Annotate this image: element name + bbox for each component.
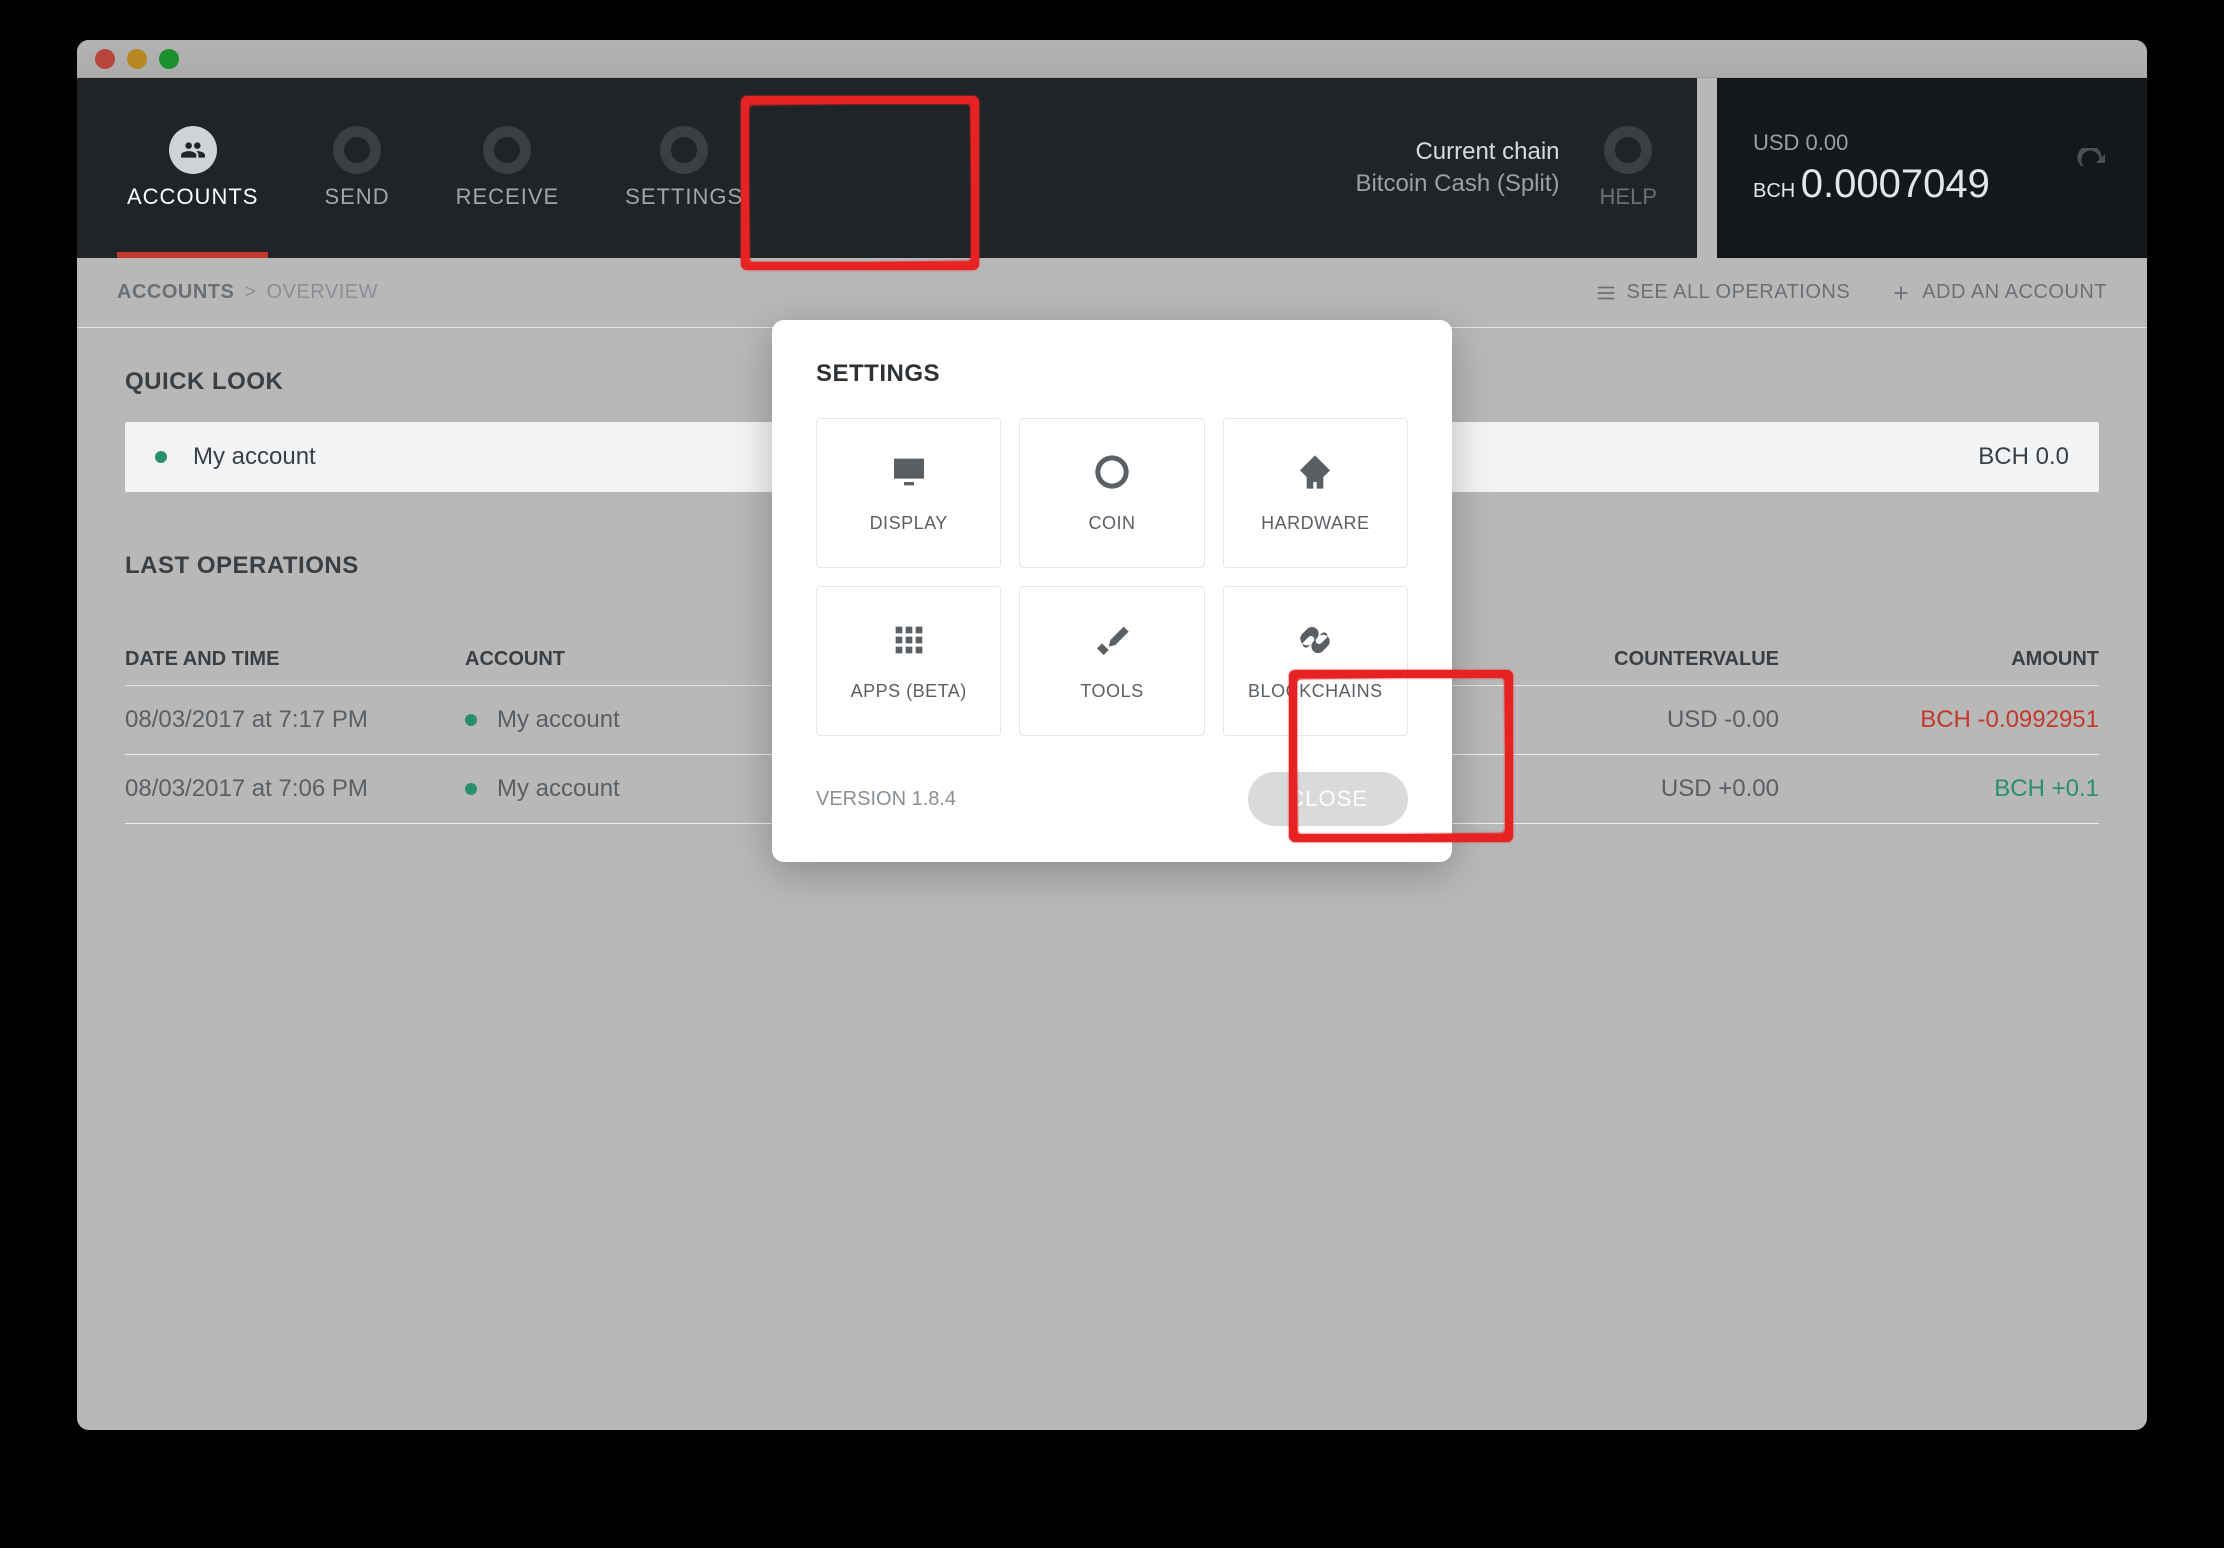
op-amount: BCH -0.0992951 [1839, 706, 2099, 734]
status-dot [465, 714, 477, 726]
tile-label: DISPLAY [870, 513, 948, 534]
settings-tile-blockchains[interactable]: BLOCKCHAINS [1223, 586, 1408, 736]
settings-tile-apps-beta-[interactable]: APPS (BETA) [816, 586, 1001, 736]
settings-tile-hardware[interactable]: HARDWARE [1223, 418, 1408, 568]
settings-tile-coin[interactable]: COIN [1019, 418, 1204, 568]
see-all-operations[interactable]: SEE ALL OPERATIONS [1595, 281, 1851, 304]
hardware-icon [1295, 452, 1335, 497]
col-amount: AMOUNT [1839, 648, 2099, 671]
display-icon [889, 452, 929, 497]
zoom-window-button[interactable] [159, 49, 179, 69]
col-date: DATE AND TIME [125, 648, 465, 671]
app-window: ACCOUNTS SEND RECEIVE SETTINGS Current c… [77, 40, 2147, 1430]
blockchains-icon [1295, 620, 1335, 665]
breadcrumb-root[interactable]: ACCOUNTS [117, 281, 234, 304]
chain-value: Bitcoin Cash (Split) [1355, 170, 1559, 198]
tile-label: APPS (BETA) [851, 681, 967, 702]
nav-label: ACCOUNTS [127, 184, 258, 210]
balance-usd: USD 0.00 [1753, 130, 2045, 156]
receive-icon [483, 126, 531, 174]
tile-label: TOOLS [1080, 681, 1143, 702]
add-account[interactable]: ADD AN ACCOUNT [1890, 281, 2107, 304]
status-dot [155, 451, 167, 463]
top-navigation: ACCOUNTS SEND RECEIVE SETTINGS Current c… [77, 78, 1697, 258]
settings-tile-tools[interactable]: TOOLS [1019, 586, 1204, 736]
current-chain: Current chain Bitcoin Cash (Split) [1355, 138, 1599, 198]
window-titlebar [77, 40, 2147, 78]
op-amount: BCH +0.1 [1839, 775, 2099, 803]
settings-modal: SETTINGS DISPLAY COIN HARDWARE APPS (BETA) T… [772, 320, 1452, 862]
tile-label: HARDWARE [1261, 513, 1369, 534]
op-date: 08/03/2017 at 7:17 PM [125, 706, 465, 734]
nav-label: HELP [1600, 184, 1657, 210]
nav-settings[interactable]: SETTINGS [615, 78, 753, 258]
nav-receive[interactable]: RECEIVE [446, 78, 570, 258]
tile-label: COIN [1088, 513, 1135, 534]
balance-crypto: BCH 0.0007049 [1753, 162, 2045, 207]
help-icon: ? [1604, 126, 1652, 174]
settings-tile-display[interactable]: DISPLAY [816, 418, 1001, 568]
refresh-button[interactable] [2075, 148, 2111, 189]
nav-label: SEND [324, 184, 389, 210]
tile-label: BLOCKCHAINS [1248, 681, 1383, 702]
window-controls [95, 49, 179, 69]
close-window-button[interactable] [95, 49, 115, 69]
op-date: 08/03/2017 at 7:06 PM [125, 775, 465, 803]
status-dot [465, 783, 477, 795]
chain-label: Current chain [1355, 138, 1559, 166]
apps-beta--icon [889, 620, 929, 665]
account-name: My account [193, 443, 316, 471]
minimize-window-button[interactable] [127, 49, 147, 69]
coin-icon [1092, 452, 1132, 497]
nav-accounts[interactable]: ACCOUNTS [117, 78, 268, 258]
svg-text:?: ? [1623, 139, 1634, 159]
balance-panel: USD 0.00 BCH 0.0007049 [1717, 78, 2147, 258]
breadcrumb-page: OVERVIEW [267, 281, 378, 304]
account-balance: BCH 0.0 [1978, 443, 2069, 471]
close-button[interactable]: CLOSE [1248, 772, 1408, 826]
breadcrumb-bar: ACCOUNTS > OVERVIEW SEE ALL OPERATIONS A… [77, 258, 2147, 328]
modal-title: SETTINGS [816, 360, 1408, 388]
version-label: VERSION 1.8.4 [816, 788, 956, 811]
tools-icon [1092, 620, 1132, 665]
accounts-icon [169, 126, 217, 174]
nav-label: SETTINGS [625, 184, 743, 210]
gear-icon [660, 126, 708, 174]
nav-label: RECEIVE [456, 184, 560, 210]
nav-send[interactable]: SEND [314, 78, 399, 258]
send-icon [333, 126, 381, 174]
nav-help[interactable]: ? HELP [1600, 126, 1657, 210]
breadcrumb-sep: > [244, 281, 256, 304]
